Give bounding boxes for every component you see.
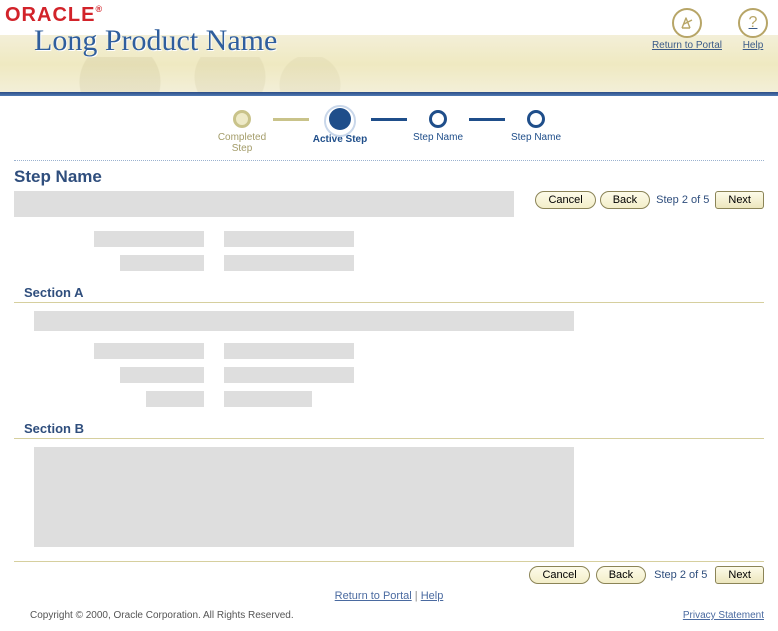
dotted-divider	[14, 160, 764, 161]
return-to-portal-link[interactable]: Return to Portal	[652, 8, 722, 51]
wizard-step-label: Completed Step	[211, 132, 273, 154]
divider-bar	[0, 92, 778, 96]
placeholder-label	[120, 367, 204, 383]
footer-help-link[interactable]: Help	[421, 590, 444, 602]
placeholder-field	[224, 343, 354, 359]
wizard-step-pending[interactable]: Step Name	[505, 110, 567, 143]
footer-links: Return to Portal | Help	[14, 590, 764, 602]
placeholder-label	[94, 343, 204, 359]
wizard-step-label: Active Step	[313, 134, 367, 145]
placeholder-field	[224, 391, 312, 407]
footer-return-link[interactable]: Return to Portal	[335, 590, 412, 602]
section-a-header: Section A	[14, 281, 764, 303]
placeholder-strip	[34, 311, 574, 331]
wizard-node-icon	[429, 110, 447, 128]
placeholder-label	[146, 391, 204, 407]
section-b-header: Section B	[14, 417, 764, 439]
wizard-step-completed[interactable]: Completed Step	[211, 110, 273, 154]
portal-icon	[672, 8, 702, 38]
placeholder-label	[120, 255, 204, 271]
return-to-portal-label: Return to Portal	[652, 40, 722, 51]
page-title: Step Name	[14, 167, 764, 187]
wizard-step-label: Step Name	[511, 132, 561, 143]
wizard-connector	[371, 118, 407, 121]
nav-buttons-top: Cancel Back Step 2 of 5 Next	[524, 191, 764, 209]
back-button[interactable]: Back	[600, 191, 650, 209]
placeholder-strip	[14, 191, 514, 217]
global-links: Return to Portal ? Help	[652, 8, 768, 51]
wizard-node-icon	[527, 110, 545, 128]
privacy-link[interactable]: Privacy Statement	[683, 610, 764, 621]
next-button[interactable]: Next	[715, 191, 764, 209]
form-block	[94, 231, 764, 271]
next-button[interactable]: Next	[715, 566, 764, 584]
section-divider	[14, 561, 764, 562]
back-button[interactable]: Back	[596, 566, 646, 584]
page-body: Step Name Cancel Back Step 2 of 5 Next S…	[0, 167, 778, 602]
oracle-logo-reg: ®	[95, 4, 103, 14]
placeholder-field	[224, 255, 354, 271]
wizard-step-pending[interactable]: Step Name	[407, 110, 469, 143]
wizard-connector	[469, 118, 505, 121]
footer-bar: Copyright © 2000, Oracle Corporation. Al…	[0, 606, 778, 631]
wizard-connector	[273, 118, 309, 121]
placeholder-field	[224, 367, 354, 383]
placeholder-field	[224, 231, 354, 247]
oracle-logo-text: ORACLE	[5, 4, 95, 26]
placeholder-box	[34, 447, 574, 547]
help-icon: ?	[738, 8, 768, 38]
cancel-button[interactable]: Cancel	[529, 566, 589, 584]
wizard-step-active[interactable]: Active Step	[309, 110, 371, 145]
form-block	[94, 343, 764, 407]
wizard-step-label: Step Name	[413, 132, 463, 143]
help-link[interactable]: ? Help	[738, 8, 768, 51]
help-label: Help	[743, 40, 764, 51]
wizard-node-icon	[329, 108, 351, 130]
branding-header: ORACLE® Long Product Name Return to Port…	[0, 0, 778, 92]
nav-buttons-bottom: Cancel Back Step 2 of 5 Next	[14, 566, 764, 584]
wizard-train: Completed Step Active Step Step Name Ste…	[0, 110, 778, 154]
copyright-text: Copyright © 2000, Oracle Corporation. Al…	[30, 610, 294, 621]
wizard-node-icon	[233, 110, 251, 128]
step-indicator: Step 2 of 5	[654, 569, 707, 581]
cancel-button[interactable]: Cancel	[535, 191, 595, 209]
step-indicator: Step 2 of 5	[656, 194, 709, 206]
product-title: Long Product Name	[34, 24, 277, 58]
placeholder-label	[94, 231, 204, 247]
